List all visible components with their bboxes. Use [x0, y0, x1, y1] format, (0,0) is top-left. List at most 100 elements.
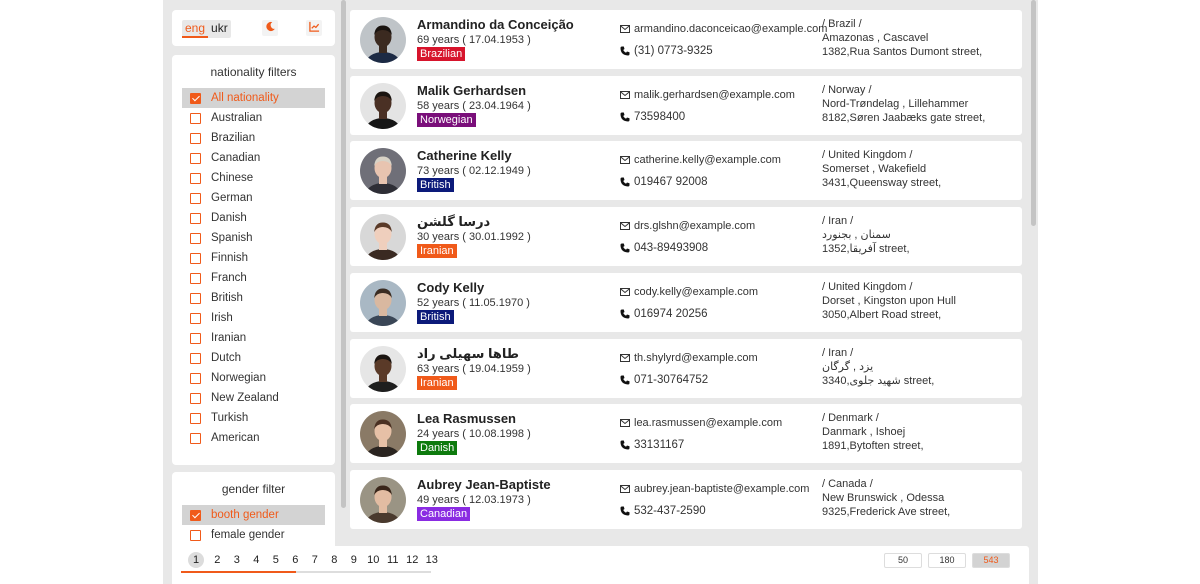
- nationality-filter-item[interactable]: Dutch: [182, 348, 325, 368]
- user-email[interactable]: malik.gerhardsen@example.com: [620, 89, 795, 101]
- phone-icon: [620, 375, 631, 385]
- checkbox[interactable]: [190, 352, 201, 364]
- checkbox[interactable]: [190, 272, 201, 284]
- page-button[interactable]: 11: [383, 552, 403, 568]
- user-name: درسا گلشن: [417, 214, 491, 229]
- address-line: سمنان , بجنورد: [822, 229, 891, 241]
- user-email[interactable]: th.shylyrd@example.com: [620, 352, 758, 364]
- checkbox[interactable]: [190, 392, 201, 404]
- user-phone[interactable]: 071-30764752: [620, 374, 708, 386]
- email-text: malik.gerhardsen@example.com: [634, 89, 795, 101]
- page-button[interactable]: 8: [325, 552, 345, 568]
- user-card[interactable]: طاها سهیلی راد 63 years ( 19.04.1959 ) Ira…: [350, 339, 1022, 398]
- checkbox[interactable]: [190, 252, 201, 264]
- user-email[interactable]: catherine.kelly@example.com: [620, 154, 781, 166]
- user-phone[interactable]: (31) 0773-9325: [620, 45, 713, 57]
- nationality-badge: Canadian: [417, 507, 471, 521]
- nationality-filter-item[interactable]: Irish: [182, 308, 325, 328]
- user-phone[interactable]: 33131167: [620, 439, 684, 451]
- lang-eng-button[interactable]: eng: [182, 20, 209, 38]
- nationality-filter-item[interactable]: Australian: [182, 108, 325, 128]
- page-button[interactable]: 13: [422, 552, 442, 568]
- user-email[interactable]: lea.rasmussen@example.com: [620, 417, 782, 429]
- checkbox[interactable]: [190, 412, 201, 424]
- checkbox[interactable]: [190, 432, 201, 444]
- stats-button[interactable]: [306, 20, 322, 36]
- user-card[interactable]: Armandino da Conceição 69 years ( 17.04.1…: [350, 10, 1022, 69]
- sidebar-scrollbar[interactable]: [341, 0, 346, 508]
- nationality-filter-item[interactable]: Norwegian: [182, 368, 325, 388]
- page-button[interactable]: 9: [344, 552, 364, 568]
- page-button[interactable]: 2: [208, 552, 228, 568]
- user-phone[interactable]: 016974 20256: [620, 308, 708, 320]
- checkbox[interactable]: [190, 192, 201, 204]
- theme-toggle-button[interactable]: [262, 20, 278, 36]
- user-phone[interactable]: 043-89493908: [620, 242, 708, 254]
- page-button[interactable]: 12: [403, 552, 423, 568]
- nationality-filter-item[interactable]: Finnish: [182, 248, 325, 268]
- checkbox[interactable]: [190, 212, 201, 224]
- checkbox[interactable]: [190, 232, 201, 244]
- nationality-filter-item[interactable]: Danish: [182, 208, 325, 228]
- user-card[interactable]: Aubrey Jean-Baptiste 49 years ( 12.03.197…: [350, 470, 1022, 529]
- checkbox[interactable]: [190, 332, 201, 344]
- user-age: 49 years ( 12.03.1973 ): [417, 494, 531, 506]
- nationality-filter-item[interactable]: British: [182, 288, 325, 308]
- user-email[interactable]: drs.glshn@example.com: [620, 220, 755, 232]
- user-card[interactable]: Lea Rasmussen 24 years ( 10.08.1998 ) Dani…: [350, 404, 1022, 463]
- gender-filter-item[interactable]: female gender: [182, 525, 325, 545]
- page-numbers: 1 2 3 4 5 6 7 8 9 10 11 12 13: [188, 552, 442, 568]
- page-size-button[interactable]: 180: [928, 553, 966, 568]
- checkbox[interactable]: [190, 132, 201, 144]
- page-button[interactable]: 5: [266, 552, 286, 568]
- user-email[interactable]: aubrey.jean-baptiste@example.com: [620, 483, 809, 495]
- user-card[interactable]: درسا گلشن 30 years ( 30.01.1992 ) Iranian d…: [350, 207, 1022, 266]
- nationality-filter-item[interactable]: All nationality: [182, 88, 325, 108]
- user-name: Lea Rasmussen: [417, 411, 516, 426]
- user-email[interactable]: cody.kelly@example.com: [620, 286, 758, 298]
- user-card[interactable]: Malik Gerhardsen 58 years ( 23.04.1964 ) N…: [350, 76, 1022, 135]
- phone-text: 73598400: [634, 111, 686, 123]
- user-card[interactable]: Catherine Kelly 73 years ( 02.12.1949 ) Br…: [350, 141, 1022, 200]
- nationality-filter-item[interactable]: Spanish: [182, 228, 325, 248]
- nationality-filter-item[interactable]: American: [182, 428, 325, 448]
- checkbox[interactable]: [190, 92, 201, 104]
- page-button[interactable]: 6: [286, 552, 306, 568]
- checkbox[interactable]: [190, 292, 201, 304]
- nationality-filter-item[interactable]: Chinese: [182, 168, 325, 188]
- nationality-filter-list: All nationality Australian Brazilian Canadi…: [172, 88, 335, 448]
- page-button[interactable]: 3: [227, 552, 247, 568]
- checkbox[interactable]: [190, 529, 201, 541]
- page-size-button[interactable]: 543: [972, 553, 1010, 568]
- nationality-filter-item[interactable]: Franch: [182, 268, 325, 288]
- gender-filter-item[interactable]: booth gender: [182, 505, 325, 525]
- checkbox[interactable]: [190, 172, 201, 184]
- language-panel: eng ukr: [172, 10, 335, 46]
- page-button[interactable]: 1: [188, 552, 204, 568]
- nationality-filter-item[interactable]: Turkish: [182, 408, 325, 428]
- nationality-filter-item[interactable]: German: [182, 188, 325, 208]
- user-card[interactable]: Cody Kelly 52 years ( 11.05.1970 ) British…: [350, 273, 1022, 332]
- checkbox[interactable]: [190, 509, 201, 521]
- page-button[interactable]: 10: [364, 552, 384, 568]
- nationality-filter-item[interactable]: Iranian: [182, 328, 325, 348]
- user-phone[interactable]: 73598400: [620, 111, 685, 123]
- page-button[interactable]: 4: [247, 552, 267, 568]
- page-button[interactable]: 7: [305, 552, 325, 568]
- nationality-filter-item[interactable]: New Zealand: [182, 388, 325, 408]
- page-size-button[interactable]: 50: [884, 553, 922, 568]
- checkbox[interactable]: [190, 112, 201, 124]
- user-email[interactable]: armandino.daconceicao@example.com: [620, 23, 827, 35]
- checkbox[interactable]: [190, 312, 201, 324]
- user-phone[interactable]: 019467 92008: [620, 176, 708, 188]
- checkbox[interactable]: [190, 372, 201, 384]
- user-name: طاها سهیلی راد: [417, 346, 519, 361]
- user-address: / Brazil / Amazonas , Cascavel 1382,Rua Sa…: [822, 17, 982, 59]
- list-scrollbar[interactable]: [1031, 0, 1036, 226]
- lang-ukr-button[interactable]: ukr: [208, 20, 231, 38]
- nationality-filter-item[interactable]: Canadian: [182, 148, 325, 168]
- nationality-filter-label: Danish: [211, 212, 247, 224]
- nationality-filter-item[interactable]: Brazilian: [182, 128, 325, 148]
- user-phone[interactable]: 532-437-2590: [620, 505, 706, 517]
- checkbox[interactable]: [190, 152, 201, 164]
